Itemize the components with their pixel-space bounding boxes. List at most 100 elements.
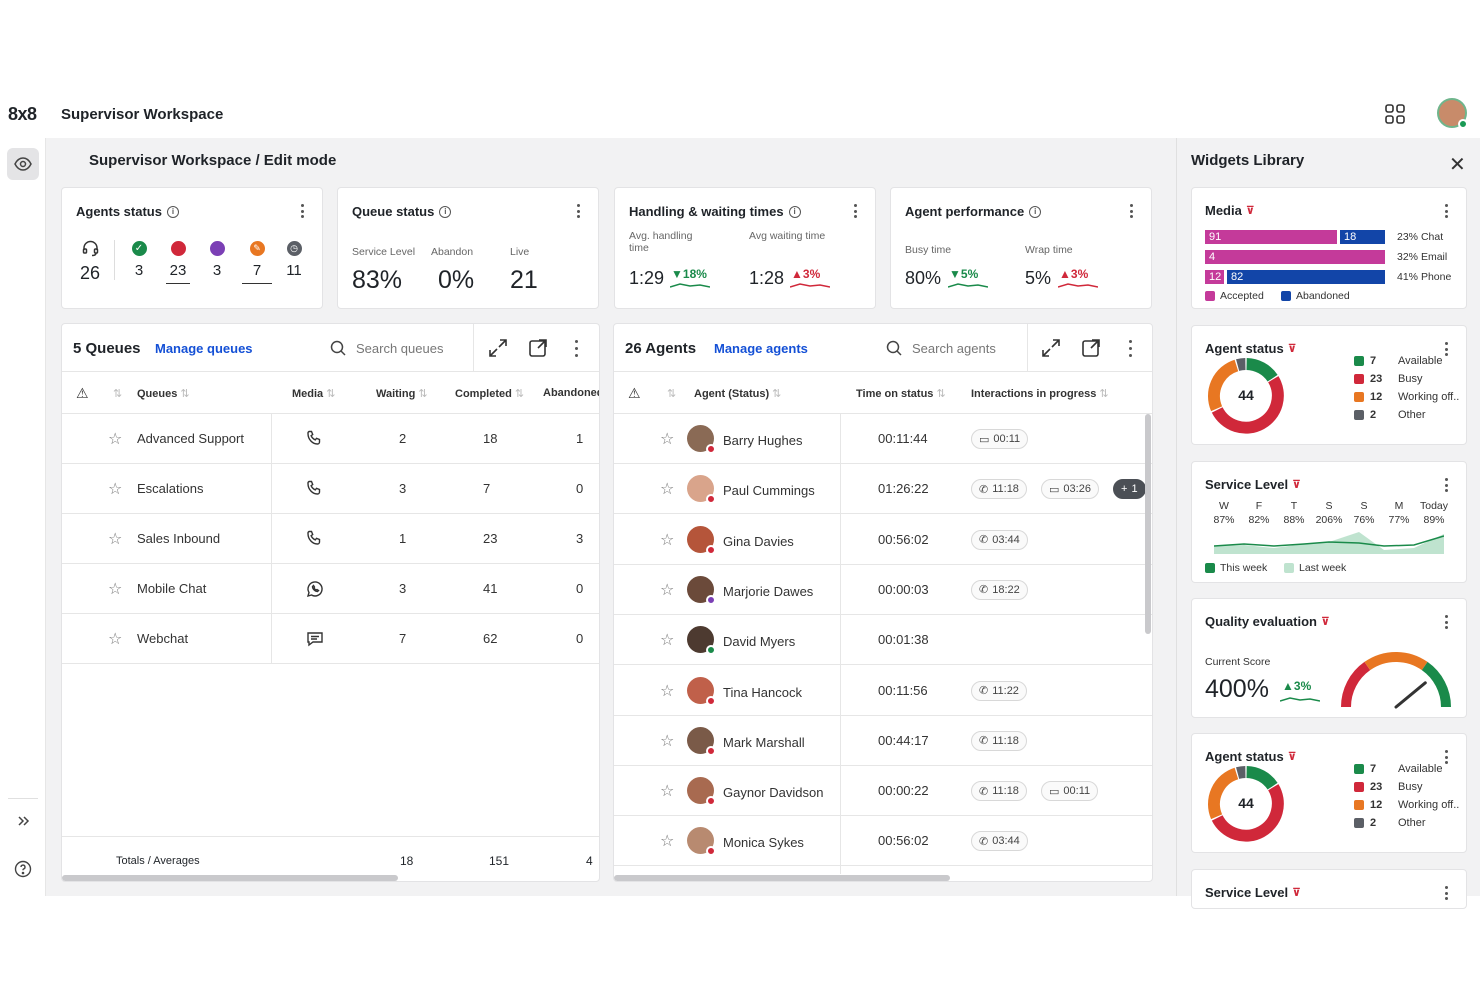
col-completed[interactable]: Completed ⇅	[455, 387, 524, 400]
col-waiting[interactable]: Waiting ⇅	[376, 387, 428, 400]
interaction-pill[interactable]: ✆ 03:44	[971, 831, 1028, 852]
col-interactions[interactable]: Interactions in progress ⇅	[971, 387, 1109, 400]
card-menu-icon[interactable]	[300, 204, 304, 218]
help-button[interactable]	[12, 858, 34, 880]
search-queues-input[interactable]: Search queues	[330, 340, 443, 356]
interaction-pill[interactable]: ✆ 11:22	[971, 680, 1027, 701]
apps-grid-icon[interactable]	[1384, 103, 1406, 125]
agent-status-widget[interactable]: Agent status ⊽ 44 7 Available 23 Busy 12 Worki…	[1191, 325, 1467, 445]
sort-icon[interactable]: ⇅	[667, 387, 676, 400]
widget-menu-icon[interactable]	[1444, 750, 1448, 764]
expand-icon[interactable]	[1041, 338, 1061, 358]
warning-icon[interactable]: ⚠	[628, 385, 641, 402]
warning-icon[interactable]: ⚠	[76, 385, 89, 402]
sort-icon[interactable]: ⇅	[113, 387, 122, 400]
status-other[interactable]: ◷ 11	[283, 241, 305, 279]
interaction-pill[interactable]: ▭ 00:11	[1041, 781, 1099, 802]
table-row[interactable]: ☆ Gina Davies 00:56:02 ✆ 03:44	[614, 515, 1152, 565]
card-menu-icon[interactable]	[853, 204, 857, 218]
widget-menu-icon[interactable]	[1444, 342, 1448, 356]
col-media[interactable]: Media ⇅	[292, 387, 335, 400]
col-agent-status[interactable]: Agent (Status) ⇅	[694, 387, 781, 400]
table-row[interactable]: ☆ Gaynor Davidson 00:00:22 ✆ 11:18 ▭ 00:11	[614, 766, 1152, 817]
waiting-value: 2	[399, 431, 407, 446]
interaction-pill[interactable]: ▭ 00:11	[971, 429, 1029, 449]
interaction-pill[interactable]: ✆ 18:22	[971, 579, 1028, 600]
table-row[interactable]: ☆ Monica Sykes 00:56:02 ✆ 03:44	[614, 816, 1152, 867]
table-row[interactable]: ☆ Paul Cummings 01:26:22 ✆ 11:18 ▭ 03:26 +1	[614, 464, 1152, 515]
star-icon[interactable]: ☆	[660, 580, 674, 600]
star-icon[interactable]: ☆	[108, 429, 122, 449]
table-row[interactable]: ☆ Advanced Support 2 18 1	[62, 414, 599, 464]
star-icon[interactable]: ☆	[108, 529, 122, 549]
star-icon[interactable]: ☆	[660, 731, 674, 751]
preview-button[interactable]	[7, 148, 39, 180]
quality-evaluation-widget[interactable]: Quality evaluation ⊽ Current Score 400% ▲…	[1191, 598, 1467, 718]
table-row[interactable]: ☆ Tina Hancock 00:11:56 ✆ 11:22	[614, 666, 1152, 716]
widget-menu-icon[interactable]	[1444, 886, 1448, 900]
expand-icon[interactable]	[488, 338, 508, 358]
col-abandoned[interactable]: Abandoned	[543, 387, 599, 399]
status-busy[interactable]: 23	[166, 241, 190, 284]
interaction-pill[interactable]: ✆ 11:18	[971, 479, 1027, 500]
table-row[interactable]: ☆ Mark Marshall 00:44:17 ✆ 11:18	[614, 716, 1152, 766]
open-external-icon[interactable]	[528, 338, 548, 358]
status-available[interactable]: ✓ 3	[128, 241, 150, 279]
widget-menu-icon[interactable]	[1444, 204, 1448, 218]
service-level-widget[interactable]: Service Level ⊽ W 87% F 82% T 88% S 206% S 76% M 77%…	[1191, 461, 1467, 583]
vertical-scrollbar[interactable]	[1145, 414, 1151, 634]
user-avatar[interactable]	[1437, 98, 1468, 129]
table-row[interactable]: ☆ Sales Inbound 1 23 3	[62, 514, 599, 564]
widget-menu-icon[interactable]	[1444, 478, 1448, 492]
interaction-pill[interactable]: ✆ 03:44	[971, 529, 1028, 550]
status-away[interactable]: 3	[206, 241, 228, 279]
star-icon[interactable]: ☆	[660, 781, 674, 801]
search-agents-input[interactable]: Search agents	[886, 340, 996, 356]
star-icon[interactable]: ☆	[108, 629, 122, 649]
media-widget[interactable]: Media ⊽ 91 18 23% Chat 4 32% Email 12 82 41% Pho…	[1191, 187, 1467, 309]
star-icon[interactable]: ☆	[660, 630, 674, 650]
gauge-segment	[1421, 661, 1452, 708]
panel-menu-icon[interactable]	[1128, 340, 1132, 357]
manage-queues-link[interactable]: Manage queues	[155, 341, 253, 356]
table-row[interactable]: ☆ Marjorie Dawes 00:00:03 ✆ 18:22	[614, 565, 1152, 615]
service-level-widget[interactable]: Service Level ⊽	[1191, 869, 1467, 909]
table-row[interactable]: ☆ Mobile Chat 3 41 0	[62, 564, 599, 614]
interaction-pill[interactable]: ▭ 03:26	[1041, 479, 1099, 500]
star-icon[interactable]: ☆	[660, 429, 674, 449]
col-time-on-status[interactable]: Time on status ⇅	[856, 387, 946, 400]
star-icon[interactable]: ☆	[660, 681, 674, 701]
col-queues[interactable]: Queues ⇅	[137, 387, 190, 400]
whatsapp-icon	[306, 580, 324, 601]
interaction-pill[interactable]: ✆ 11:18	[971, 781, 1027, 802]
card-menu-icon[interactable]	[576, 204, 580, 218]
info-icon[interactable]: i	[1029, 205, 1042, 218]
info-icon[interactable]: i	[439, 205, 452, 218]
table-row[interactable]: ☆ David Myers 00:01:38	[614, 615, 1152, 666]
horizontal-scrollbar[interactable]	[62, 875, 398, 881]
expand-rail-button[interactable]	[12, 810, 34, 832]
interaction-pill[interactable]: ✆ 11:18	[971, 730, 1027, 751]
card-menu-icon[interactable]	[1129, 204, 1133, 218]
widget-menu-icon[interactable]	[1444, 615, 1448, 629]
horizontal-scrollbar[interactable]	[614, 875, 950, 881]
status-working-offline[interactable]: ✎ 7	[242, 241, 272, 284]
star-icon[interactable]: ☆	[108, 479, 122, 499]
interaction-pill[interactable]: +1	[1113, 479, 1146, 500]
star-icon[interactable]: ☆	[660, 530, 674, 550]
media-abandoned-bar: 82	[1227, 270, 1385, 284]
panel-menu-icon[interactable]	[574, 340, 578, 357]
manage-agents-link[interactable]: Manage agents	[714, 341, 808, 356]
agent-status-widget[interactable]: Agent status ⊽ 44 7 Available 23 Busy 12 Worki…	[1191, 733, 1467, 853]
star-icon[interactable]: ☆	[108, 579, 122, 599]
info-icon[interactable]: i	[788, 205, 801, 218]
table-row[interactable]: ☆ Barry Hughes 00:11:44 ▭ 00:11	[614, 414, 1152, 464]
open-external-icon[interactable]	[1081, 338, 1101, 358]
star-icon[interactable]: ☆	[660, 479, 674, 499]
table-row[interactable]: ☆ Webchat 7 62 0	[62, 614, 599, 664]
table-row[interactable]: ☆ Escalations 3 7 0	[62, 464, 599, 514]
star-icon[interactable]: ☆	[660, 831, 674, 851]
info-icon[interactable]: i	[166, 205, 179, 218]
close-icon[interactable]: ✕	[1449, 152, 1466, 177]
media-percent: 23% Chat	[1397, 231, 1444, 243]
